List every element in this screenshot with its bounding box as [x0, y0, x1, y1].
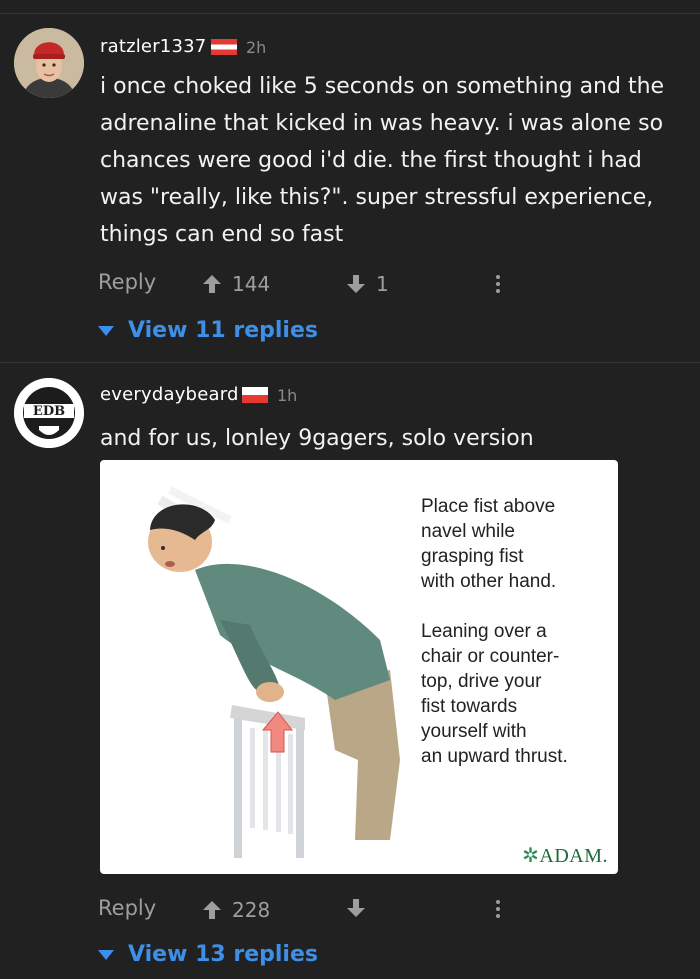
caption-line: grasping fist: [421, 546, 524, 567]
timestamp: 1h: [277, 386, 298, 405]
austria-flag-icon: [211, 39, 237, 55]
username[interactable]: ratzler1337: [100, 36, 206, 57]
view-replies-label: View 11 replies: [128, 318, 318, 343]
caption-line: with other hand.: [421, 571, 557, 592]
avatar-label: EDB: [32, 404, 66, 419]
caption-line: yourself with: [421, 721, 527, 742]
arrow-up-icon: [203, 275, 221, 293]
upvote-button[interactable]: 228: [202, 898, 270, 922]
caption-line: an upward thrust.: [421, 746, 568, 767]
reply-button[interactable]: Reply: [98, 270, 156, 294]
adam-brand-text: ADAM.: [539, 845, 608, 867]
caption-line: Place fist above: [421, 496, 556, 517]
caption-block-2: Leaning over a chair or counter- top, dr…: [421, 619, 568, 769]
user-photo-icon: [14, 28, 84, 98]
caption-line: Leaning over a: [421, 621, 547, 642]
caret-down-icon: [98, 325, 114, 336]
more-options-icon[interactable]: [495, 275, 501, 297]
top-divider: [0, 13, 700, 14]
avatar[interactable]: [14, 28, 84, 98]
reply-button[interactable]: Reply: [98, 896, 156, 920]
caption-line: chair or counter-: [421, 646, 560, 667]
timestamp: 2h: [246, 38, 267, 57]
downvote-button[interactable]: [346, 898, 366, 918]
adam-star-icon: ✲: [522, 845, 540, 867]
comment-divider: [0, 362, 700, 363]
caption-line: fist towards: [421, 696, 518, 717]
arrow-down-icon: [347, 899, 365, 917]
username[interactable]: everydaybeard: [100, 384, 239, 405]
poland-flag-icon: [242, 387, 268, 403]
comment-text: i once choked like 5 seconds on somethin…: [100, 74, 665, 247]
upvote-count: 144: [232, 272, 271, 296]
more-options-icon[interactable]: [495, 900, 501, 922]
caption-line: navel while: [421, 521, 515, 542]
comment-text: and for us, lonley 9gagers, solo version: [100, 426, 534, 451]
downvote-count: 1: [376, 272, 389, 296]
caption-block-1: Place fist above navel while grasping fi…: [421, 494, 556, 594]
view-replies-link[interactable]: View 13 replies: [98, 942, 318, 967]
upvote-count: 228: [232, 898, 271, 922]
heimlich-illustration-icon: [148, 486, 400, 858]
reply-label: Reply: [98, 896, 157, 920]
view-replies-label: View 13 replies: [128, 942, 318, 967]
arrow-down-icon: [347, 275, 365, 293]
attached-image[interactable]: Place fist above navel while grasping fi…: [100, 460, 618, 874]
adam-logo: ✲ADAM.: [522, 843, 608, 868]
upvote-button[interactable]: 144: [202, 272, 270, 296]
arrow-up-icon: [203, 901, 221, 919]
caret-down-icon: [98, 949, 114, 960]
downvote-button[interactable]: 1: [346, 272, 389, 296]
view-replies-link[interactable]: View 11 replies: [98, 318, 318, 343]
caption-line: top, drive your: [421, 671, 542, 692]
reply-label: Reply: [98, 270, 157, 294]
